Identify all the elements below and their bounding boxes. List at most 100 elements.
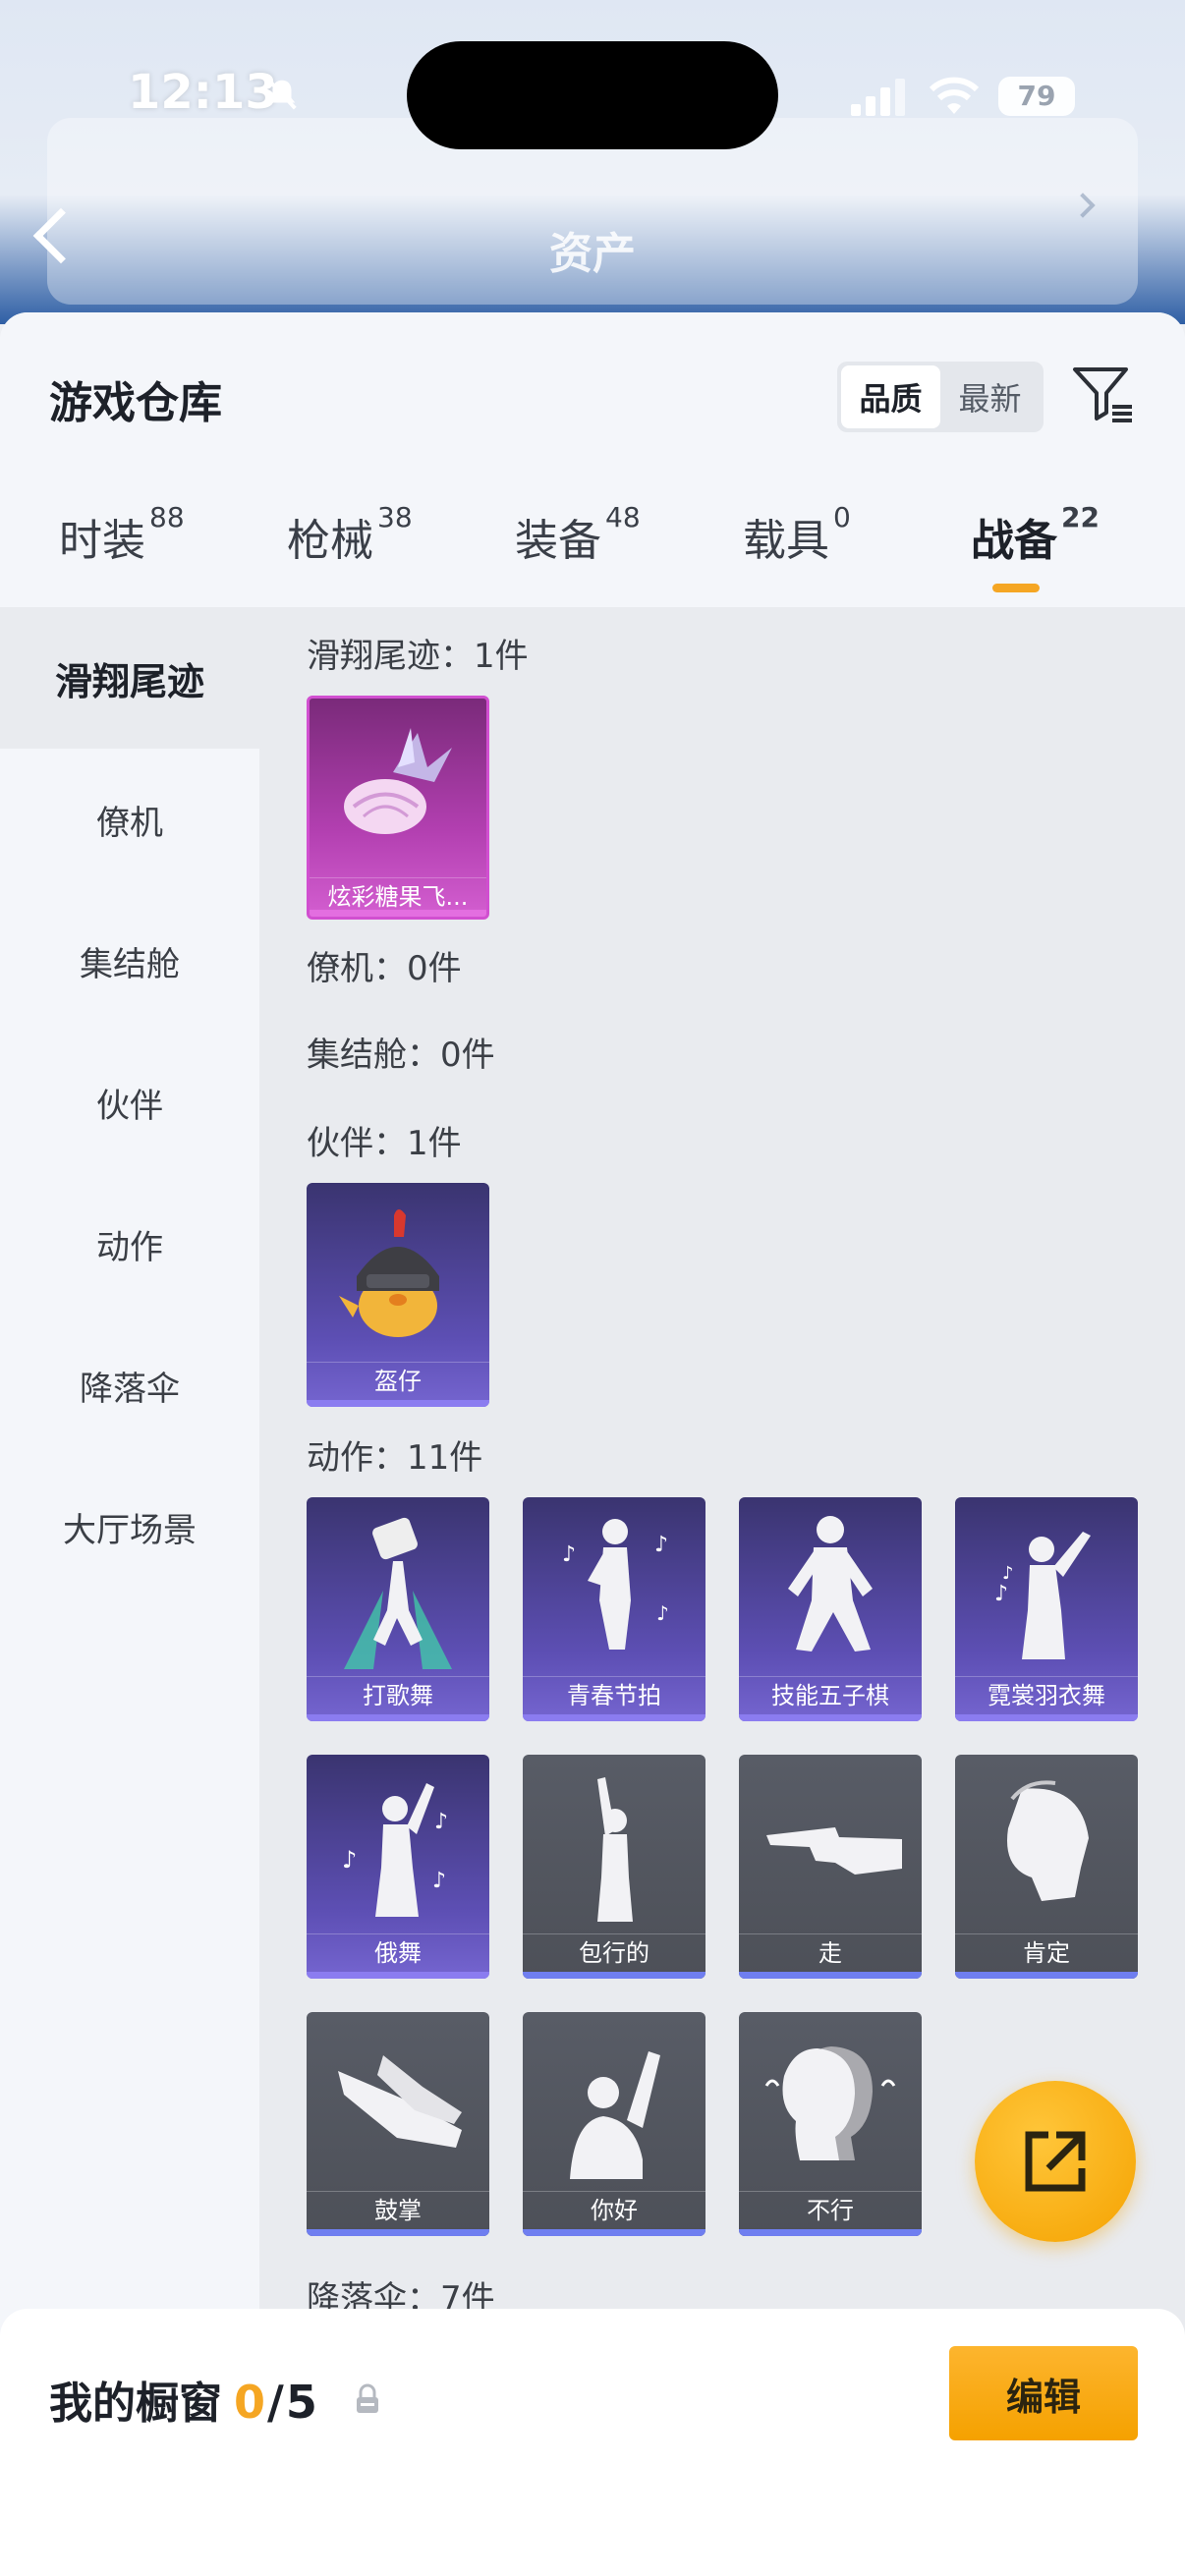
item-art: [739, 1755, 922, 1932]
rarity-bar: [307, 1972, 489, 1979]
candy-trail-icon: [344, 728, 452, 834]
tab-count: 0: [833, 501, 851, 533]
item-card[interactable]: 炫彩糖果飞...: [307, 696, 489, 920]
subcategory-sidebar: 滑翔尾迹 僚机 集结舱 伙伴 动作 降落伞 大厅场景: [0, 607, 259, 2336]
lock-icon: [357, 2383, 378, 2413]
item-card[interactable]: 盔仔: [307, 1183, 489, 1407]
rarity-bar: [310, 910, 486, 917]
item-name: 你好: [523, 2191, 705, 2228]
edit-button[interactable]: 编辑: [949, 2346, 1138, 2440]
share-button[interactable]: [975, 2081, 1136, 2242]
rarity-bar: [307, 1400, 489, 1407]
item-art: ♪ ♪: [955, 1497, 1138, 1674]
item-name: 俄舞: [307, 1933, 489, 1971]
battery-indicator: 79: [998, 77, 1075, 116]
item-art: [523, 1755, 705, 1932]
item-name: 盔仔: [307, 1362, 489, 1399]
clapping-hands-icon: [338, 2055, 462, 2148]
tab-vehicles[interactable]: 载具 0: [743, 501, 851, 568]
nodding-head-icon: [1007, 1780, 1089, 1901]
rarity-bar: [955, 1714, 1138, 1721]
item-name: 走: [739, 1933, 922, 1971]
tab-count: 22: [1061, 501, 1100, 533]
tab-equipment[interactable]: 装备 48: [515, 501, 641, 568]
helmet-chick-icon: [339, 1209, 439, 1337]
item-card[interactable]: ♪ ♪ 霓裳羽衣舞: [955, 1497, 1138, 1721]
svg-text:♪: ♪: [562, 1542, 576, 1567]
item-card[interactable]: 你好: [523, 2012, 705, 2236]
item-art: [307, 1183, 489, 1360]
share-icon: [1025, 2131, 1086, 2192]
tab-guns[interactable]: 枪械 38: [287, 501, 413, 568]
svg-text:♪: ♪: [1002, 1563, 1014, 1584]
dance-figure-icon: ♪ ♪ ♪: [342, 1783, 448, 1917]
sort-quality-button[interactable]: 品质: [841, 365, 940, 428]
bell-muted-icon: [267, 79, 297, 110]
item-card[interactable]: ♪ ♪ ♪ 俄舞: [307, 1755, 489, 1979]
sidebar-item-parachute[interactable]: 降落伞: [0, 1315, 259, 1456]
tab-fashion[interactable]: 时装 88: [59, 501, 185, 568]
wifi-icon: [929, 77, 980, 114]
dance-figure-icon: [597, 1777, 633, 1922]
status-time: 12:13: [128, 65, 278, 120]
item-art: [523, 2012, 705, 2189]
item-name: 霓裳羽衣舞: [955, 1676, 1138, 1713]
item-art: ♪ ♪ ♪: [307, 1755, 489, 1932]
item-name: 技能五子棋: [739, 1676, 922, 1713]
item-name: 鼓掌: [307, 2191, 489, 2228]
active-tab-indicator: [992, 584, 1040, 592]
tab-count: 88: [149, 501, 185, 533]
item-card[interactable]: 技能五子棋: [739, 1497, 922, 1721]
sheet-title: 游戏仓库: [49, 378, 222, 428]
tab-label: 枪械: [287, 516, 373, 566]
tab-battle-gear[interactable]: 战备 22: [971, 501, 1100, 568]
filter-icon[interactable]: [1071, 362, 1136, 426]
dance-figure-icon: ♪ ♪: [994, 1532, 1091, 1659]
sidebar-item-glide-trail[interactable]: 滑翔尾迹: [0, 607, 259, 749]
item-art: [955, 1755, 1138, 1932]
item-card[interactable]: 不行: [739, 2012, 922, 2236]
sidebar-item-wingman[interactable]: 僚机: [0, 749, 259, 890]
item-card[interactable]: 鼓掌: [307, 2012, 489, 2236]
dance-figure-icon: [344, 1517, 452, 1669]
item-name: 青春节拍: [523, 1676, 705, 1713]
head-shake-icon: [764, 2046, 896, 2160]
tab-count: 38: [377, 501, 413, 533]
item-art: [310, 699, 486, 875]
showcase-max: 5: [285, 2376, 317, 2429]
item-art: [307, 1497, 489, 1674]
sidebar-item-emote[interactable]: 动作: [0, 1173, 259, 1315]
sidebar-item-pod[interactable]: 集结舱: [0, 890, 259, 1032]
item-card[interactable]: ♪ ♪ ♪ 青春节拍: [523, 1497, 705, 1721]
svg-text:♪: ♪: [654, 1533, 668, 1557]
showcase-title: 我的橱窗 0 / 5: [49, 2368, 317, 2431]
sheet-header: 游戏仓库 品质 最新 时装 88 枪械 38 装备 48 载具 0 战备 22: [0, 312, 1185, 607]
section-label-pod: 集结舱：0件: [307, 1036, 495, 1075]
rarity-bar: [739, 2229, 922, 2236]
page-title: 资产: [549, 229, 636, 279]
item-card[interactable]: 包行的: [523, 1755, 705, 1979]
svg-text:♪: ♪: [656, 1601, 669, 1625]
showcase-count: 0: [234, 2376, 266, 2429]
warehouse-sheet: 游戏仓库 品质 最新 时装 88 枪械 38 装备 48 载具 0 战备 22 滑翔尾迹 …: [0, 312, 1185, 2576]
tab-label: 装备: [515, 516, 601, 566]
item-art: [739, 2012, 922, 2189]
sidebar-item-lobby-scene[interactable]: 大厅场景: [0, 1456, 259, 1597]
item-card[interactable]: 肯定: [955, 1755, 1138, 1979]
section-label-wingman: 僚机：0件: [307, 949, 462, 988]
tab-label: 战备: [971, 516, 1057, 566]
svg-text:♪: ♪: [432, 1869, 446, 1893]
item-card[interactable]: 打歌舞: [307, 1497, 489, 1721]
item-name: 打歌舞: [307, 1676, 489, 1713]
item-art: ♪ ♪ ♪: [523, 1497, 705, 1674]
tab-count: 48: [605, 501, 641, 533]
item-grid-area: 滑翔尾迹：1件 炫彩糖果飞... 僚机：0件 集结舱：0件 伙伴：1件 盔仔 动…: [259, 607, 1185, 2336]
item-art: [739, 1497, 922, 1674]
item-name: 包行的: [523, 1933, 705, 1971]
item-card[interactable]: 走: [739, 1755, 922, 1979]
sidebar-item-partner[interactable]: 伙伴: [0, 1032, 259, 1173]
dance-figure-icon: [788, 1516, 873, 1652]
sort-latest-button[interactable]: 最新: [940, 365, 1040, 428]
rarity-bar: [307, 2229, 489, 2236]
section-label-trail: 滑翔尾迹：1件: [307, 637, 529, 676]
